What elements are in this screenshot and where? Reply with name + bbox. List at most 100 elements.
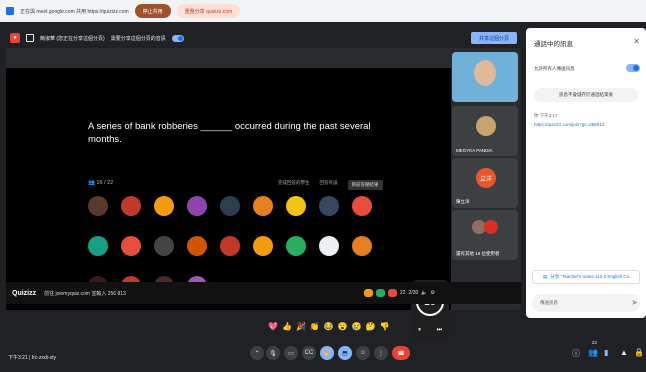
chat-note: 訊息不會儲存於通話結束後: [534, 88, 638, 102]
volume-icon[interactable]: 🔈: [421, 290, 427, 296]
send-icon[interactable]: ➤: [631, 298, 638, 307]
more-participants: 還有其他 18 位使用者: [456, 251, 500, 256]
reaction-bar: 💖 👍 🎉 👏 😂 😮 😢 🤔 👎: [268, 322, 390, 331]
allow-messages-label: 允許所有人傳送訊息: [534, 66, 575, 71]
chat-title: 通話中的訊息: [534, 41, 573, 48]
avatar: [484, 220, 498, 234]
stop-sharing-button[interactable]: 停止共用: [134, 4, 171, 18]
player-avatar: [352, 236, 372, 256]
allow-messages-toggle[interactable]: [626, 64, 640, 72]
participant-face: [474, 60, 496, 86]
tab-current-results[interactable]: 目前答題結果: [347, 180, 383, 190]
info-icon[interactable]: ⓘ: [572, 348, 580, 359]
answer-counter: 👥 16 / 22: [88, 180, 113, 186]
player-avatar: [220, 236, 240, 256]
player-avatar: [220, 196, 240, 216]
sharing-text: 正在與 meet.google.com 共用 https://quizizz.c…: [20, 8, 129, 15]
more-options-icon[interactable]: ⋮: [374, 346, 388, 360]
incorrect-icon: [387, 289, 397, 297]
share-this-tab-button[interactable]: 共享這個分頁: [470, 32, 517, 44]
player-avatar: [286, 236, 306, 256]
quizizz-logo: Quizizz: [12, 289, 37, 297]
player-avatar: [187, 196, 207, 216]
participant-tile[interactable]: 還有其他 18 位使用者: [452, 210, 518, 260]
presentation-stage: ● 簡淑華 (您正在分享這個分頁) 需要分享這個分頁的音訊 共享這個分頁 A s…: [6, 28, 521, 340]
answer-count: 16 / 22: [96, 180, 114, 186]
presenter-label: 簡淑華 (您正在分享這個分頁): [40, 35, 105, 42]
powerup-icon: [363, 289, 373, 297]
tab-completed[interactable]: 完成回答的學生: [278, 180, 310, 190]
participant-tile[interactable]: MEGYKA PANDIA: [452, 106, 518, 156]
thumbs-up-reaction[interactable]: 👍: [282, 322, 292, 331]
player-avatar: [154, 196, 174, 216]
stage-toolbar: ● 簡淑華 (您正在分享這個分頁) 需要分享這個分頁的音訊 共享這個分頁: [6, 28, 521, 48]
question-text: A series of bank robberies ______ occurr…: [88, 121, 371, 145]
clap-reaction[interactable]: 👏: [310, 322, 320, 331]
time-and-meeting-code: 下午3:21 | frc-zxdi-xty: [8, 354, 56, 361]
player-avatar: [352, 196, 372, 216]
player-avatar: [319, 236, 339, 256]
close-icon[interactable]: ✕: [633, 37, 640, 46]
participants-badge: 22: [592, 340, 598, 345]
settings-icon[interactable]: ⚙: [431, 290, 435, 296]
tab-incorrect[interactable]: 回答有誤: [320, 180, 338, 190]
player-count: 22: [399, 290, 406, 296]
correct-icon: [375, 289, 385, 297]
message-link[interactable]: https://quizizz.com/join?gc=256813: [534, 122, 604, 127]
sad-reaction[interactable]: 😢: [352, 322, 362, 331]
chat-input[interactable]: 傳送訊息: [532, 294, 640, 312]
thumbs-down-reaction[interactable]: 👎: [380, 322, 390, 331]
participant-tile[interactable]: 立洋 陳立洋: [452, 158, 518, 208]
participant-name: 陳立洋: [456, 199, 470, 204]
captions-icon[interactable]: CC: [302, 346, 316, 360]
player-avatar: [319, 196, 339, 216]
present-icon[interactable]: ⬒: [338, 346, 352, 360]
quiz-tabs: 完成回答的學生 回答有誤 目前答題結果: [278, 180, 383, 190]
audio-toggle[interactable]: [171, 34, 184, 42]
avatar: 立洋: [476, 168, 496, 188]
audio-label: 需要分享這個分頁的音訊: [110, 35, 166, 42]
meet-window: 正在與 meet.google.com 共用 https://quizizz.c…: [0, 0, 646, 372]
player-avatar: [253, 236, 273, 256]
mic-icon[interactable]: 🎙: [266, 346, 280, 360]
activities-icon[interactable]: ▲: [620, 348, 628, 357]
quiz-screen: A series of bank robberies ______ occurr…: [6, 68, 451, 340]
people-icon[interactable]: 👥: [588, 348, 598, 357]
player-avatar: [88, 196, 108, 216]
chat-icon[interactable]: ▮: [604, 348, 608, 357]
self-video-tile: [452, 52, 518, 102]
player-avatar: [121, 196, 141, 216]
pinned-text: 分享 "Teacher's notes-112-2 English Co...: [550, 274, 633, 279]
quiz-footer: Quizizz 前往 joinmyquiz.com 並輸入 256 813 22…: [6, 282, 521, 304]
laugh-reaction[interactable]: 😂: [324, 322, 334, 331]
record-icon[interactable]: ●: [10, 33, 20, 43]
player-avatar: [253, 196, 273, 216]
message-author: 你 下午3:17: [534, 113, 558, 118]
player-avatar: [154, 236, 174, 256]
host-controls-icon[interactable]: 🔒: [634, 348, 644, 357]
pinned-message[interactable]: ▤ 分享 "Teacher's notes-112-2 English Co..…: [532, 270, 640, 284]
party-reaction[interactable]: 🎉: [296, 322, 306, 331]
file-icon: ▤: [543, 274, 548, 279]
tab-icon: [26, 34, 34, 42]
switch-share-button[interactable]: 重整分享 quizizz.com: [176, 4, 241, 18]
emoji-icon[interactable]: ☺: [356, 346, 370, 360]
sharing-notice-bar: 正在與 meet.google.com 共用 https://quizizz.c…: [0, 0, 646, 22]
end-call-button[interactable]: ☎: [392, 346, 410, 360]
heart-reaction[interactable]: 💖: [268, 322, 278, 331]
pause-icon[interactable]: ⏸: [418, 327, 421, 334]
skip-icon[interactable]: ⏭: [437, 327, 442, 334]
camera-icon[interactable]: ▭: [284, 346, 298, 360]
join-url: 前往 joinmyquiz.com 並輸入 256 813: [44, 290, 126, 297]
player-avatar: [286, 196, 306, 216]
raise-hand-icon[interactable]: ✋: [320, 346, 334, 360]
player-avatar: [88, 236, 108, 256]
mic-options-icon[interactable]: ⌃: [250, 346, 264, 360]
participant-name: MEGYKA PANDIA: [456, 148, 493, 153]
avatar: [476, 116, 496, 136]
thinking-reaction[interactable]: 🤔: [366, 322, 376, 331]
people-icon: 👥: [88, 180, 95, 186]
chat-panel: 通話中的訊息 ✕ 允許所有人傳送訊息 訊息不會儲存於通話結束後 你 下午3:17…: [526, 28, 646, 318]
surprised-reaction[interactable]: 😮: [338, 322, 348, 331]
tab-share-icon: [6, 7, 14, 15]
